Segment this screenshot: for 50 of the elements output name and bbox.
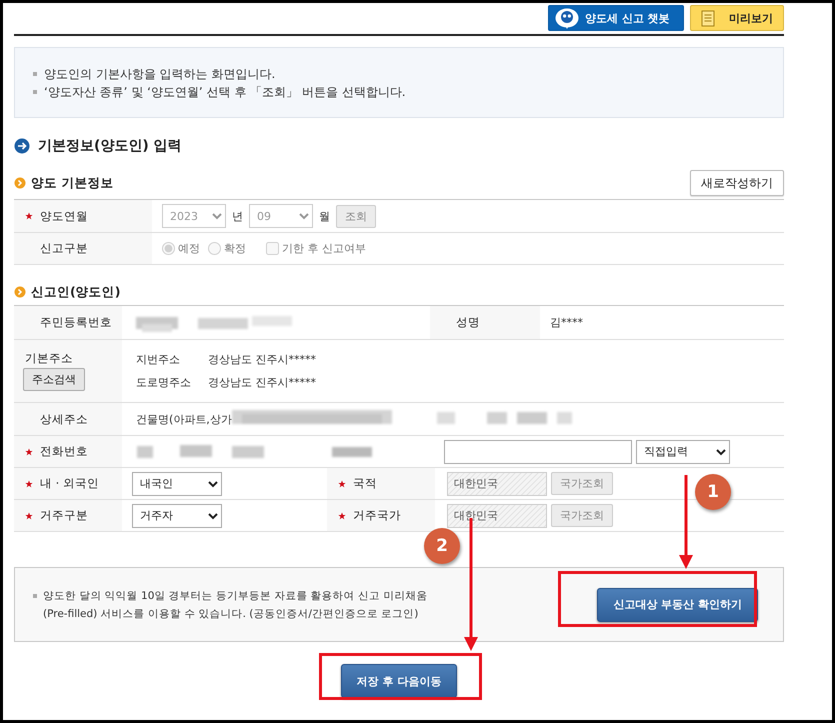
step-number: 1 [695, 474, 731, 510]
field-label: 내 · 외국인 [40, 476, 99, 491]
country-field[interactable]: 대한민국 [447, 472, 547, 496]
field-label: 주민등록번호 [40, 315, 112, 330]
field-label: 국적 [353, 476, 377, 491]
subsection-title: 신고인(양도인) [31, 284, 120, 300]
notice-text: ‘양도자산 종류’ 및 ‘양도연월’ 선택 후 「조회」 버튼을 선택합니다. [44, 84, 406, 101]
bullet-icon [33, 72, 37, 76]
check-property-button[interactable]: 신고대상 부동산 확인하기 [597, 588, 758, 622]
checkbox-label: 기한 후 신고여부 [282, 241, 366, 256]
field-label: 거주구분 [40, 508, 88, 523]
address-search-button[interactable]: 주소검색 [23, 368, 85, 391]
address-value: 경상남도 진주시***** [208, 352, 316, 367]
step-number: 2 [424, 528, 460, 564]
notice-text: 양도인의 기본사항을 입력하는 화면입니다. [44, 66, 276, 83]
unit-label: 년 [232, 208, 243, 224]
field-label: 신고구분 [40, 241, 88, 256]
address-type-label: 지번주소 [136, 352, 181, 367]
name-value: 김**** [550, 315, 583, 330]
arrow-circle-icon [14, 138, 30, 154]
phone-input[interactable] [444, 440, 632, 464]
chevron-circle-icon [14, 286, 26, 298]
section-title: 기본정보(양도인) 입력 [38, 137, 182, 155]
chatbot-button[interactable]: 양도세 신고 챗봇 [548, 5, 684, 31]
detail-address-value: 건물명(아파트,상가 [136, 412, 232, 426]
field-label: 상세주소 [40, 412, 88, 426]
field-label: 거주국가 [353, 508, 401, 523]
bullet-icon [33, 90, 37, 94]
radio-label: 예정 [178, 241, 200, 256]
save-next-button[interactable]: 저장 후 다음이동 [340, 664, 458, 698]
address-type-label: 도로명주소 [136, 375, 192, 390]
prefill-notice: 양도한 달의 익익월 10일 경부터는 등기부등본 자료를 활용하여 신고 미리채움(Pre-filled) 서비스를 이용할 수 있습니다. (공동인증서/간편인증으로 로그인) [43, 588, 428, 622]
address-value: 경상남도 진주시***** [208, 375, 316, 390]
preview-button[interactable]: 미리보기 [690, 5, 784, 31]
field-label: 기본주소 [24, 351, 73, 366]
robot-icon [555, 8, 579, 28]
field-label: 전화번호 [40, 444, 88, 459]
field-label: 양도연월 [40, 208, 88, 224]
radio-label: 확정 [224, 241, 246, 256]
document-icon [701, 10, 715, 26]
new-form-button[interactable]: 새로작성하기 [690, 170, 784, 196]
chevron-circle-icon [14, 177, 26, 189]
field-label: 성명 [456, 315, 480, 330]
phone-type-dropdown[interactable]: 직접입력 [636, 440, 730, 464]
dropdown[interactable]: 거주자 [132, 504, 222, 528]
country-field[interactable]: 대한민국 [447, 504, 547, 528]
unit-label: 월 [319, 208, 330, 224]
subsection-title: 양도 기본정보 [31, 174, 114, 192]
dropdown[interactable]: 내국인 [132, 472, 222, 496]
bullet-icon [33, 594, 37, 598]
